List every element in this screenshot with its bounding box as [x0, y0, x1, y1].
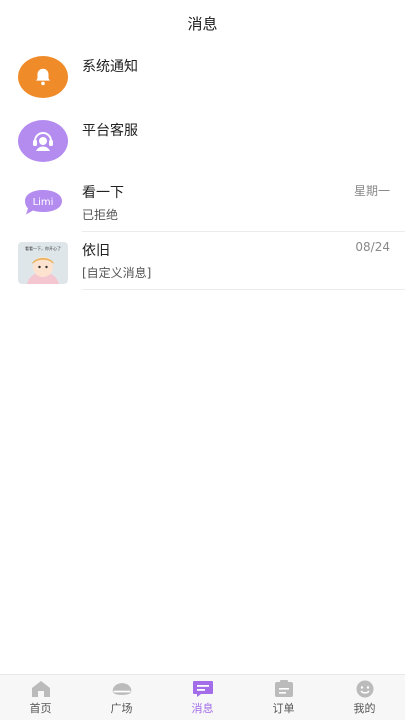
tab-square[interactable]: 广场: [81, 675, 162, 720]
top-bar: 消息: [0, 0, 405, 46]
tab-square-label: 广场: [110, 702, 133, 715]
avatar: Limi: [18, 184, 68, 226]
order-icon: [273, 680, 295, 698]
headset-icon: [18, 120, 68, 162]
tab-home-label: 首页: [29, 702, 52, 715]
system-notification-item[interactable]: 系统通知: [0, 46, 405, 110]
avatar-caption-text: 看看一下，你开心了: [25, 245, 61, 251]
divider: [82, 289, 405, 290]
page-title: 消息: [187, 14, 218, 33]
conversation-time: 08/24: [355, 240, 390, 254]
message-icon: [192, 680, 214, 698]
profile-icon: [354, 680, 376, 698]
home-icon: [30, 680, 52, 698]
conversation-item[interactable]: 看看一下，你开心了 依旧 [自定义消息] 08/24: [0, 232, 405, 290]
conversation-item[interactable]: Limi 看一下 已拒绝 星期一: [0, 174, 405, 232]
conversation-time: 星期一: [353, 184, 390, 198]
conversation-preview: [自定义消息]: [82, 266, 152, 280]
bottom-tab-bar: 首页 广场 消息 订单 我的: [0, 674, 405, 720]
tab-orders[interactable]: 订单: [243, 675, 324, 720]
bell-icon: [18, 56, 68, 98]
message-list: 系统通知 平台客服 Limi 看一下 已拒绝 星期一 看看一下，你开心了 依旧 …: [0, 46, 405, 290]
conversation-preview: 已拒绝: [82, 208, 119, 222]
customer-service-item[interactable]: 平台客服: [0, 110, 405, 174]
tab-messages-label: 消息: [191, 702, 214, 715]
avatar: 看看一下，你开心了: [18, 242, 68, 284]
conversation-name: 看一下: [82, 185, 124, 201]
system-notification-label: 系统通知: [82, 59, 138, 75]
tab-home[interactable]: 首页: [0, 675, 81, 720]
conversation-name: 依旧: [82, 243, 110, 259]
customer-service-label: 平台客服: [82, 123, 138, 139]
tab-orders-label: 订单: [272, 702, 295, 715]
tab-messages[interactable]: 消息: [162, 675, 243, 720]
tab-profile-label: 我的: [353, 702, 376, 715]
tab-profile[interactable]: 我的: [324, 675, 405, 720]
avatar-logo-text: Limi: [33, 197, 54, 208]
square-icon: [111, 680, 133, 698]
